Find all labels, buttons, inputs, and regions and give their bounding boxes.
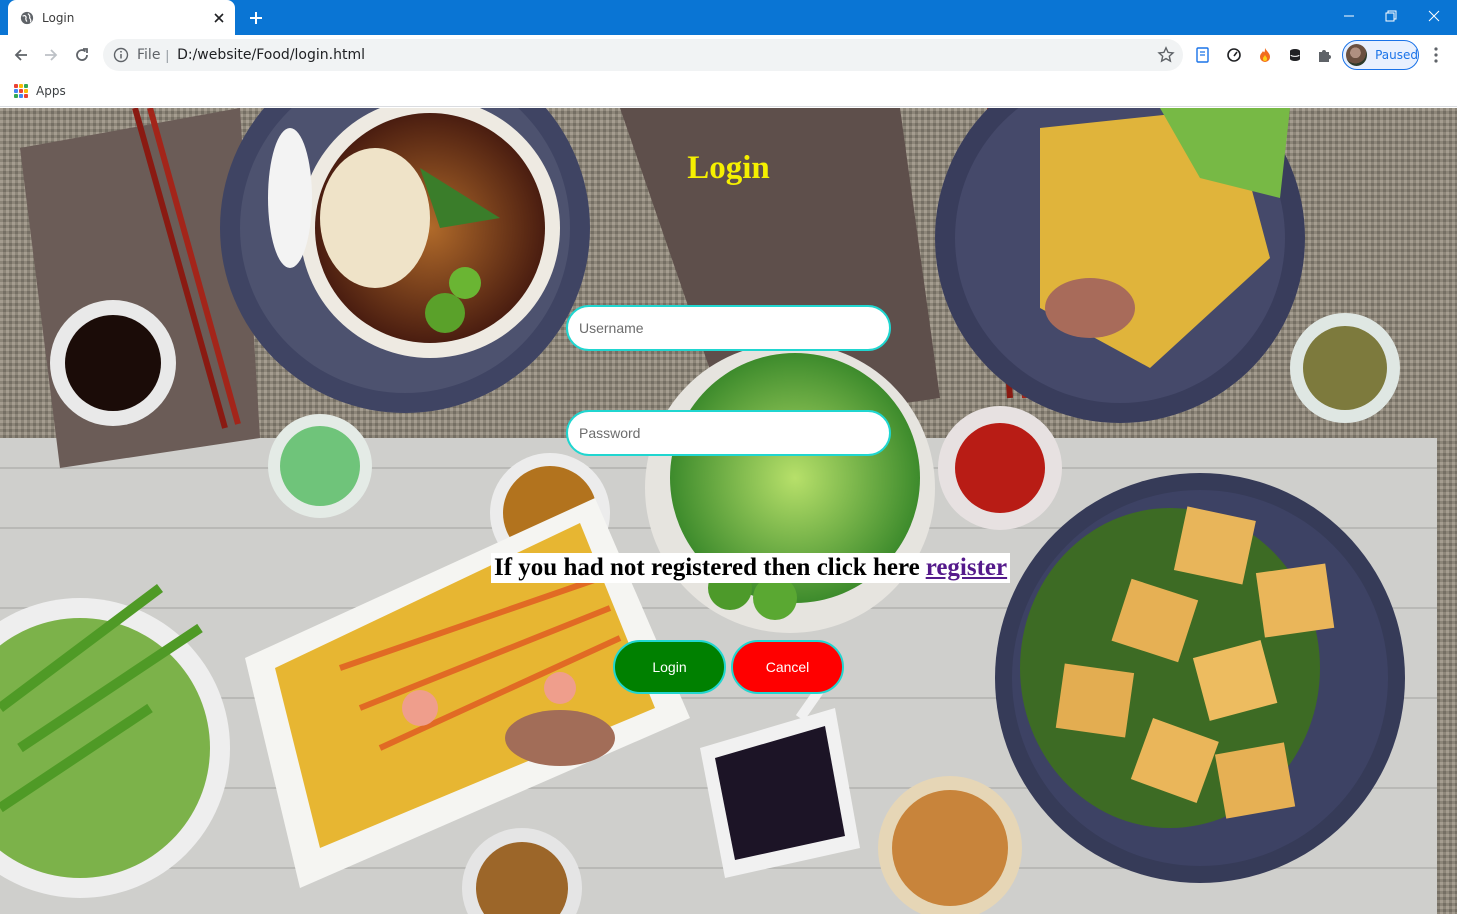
browser-tab[interactable]: Login	[8, 0, 235, 35]
bookmark-apps[interactable]: Apps	[14, 81, 66, 101]
browser-toolbar: File | D:/website/Food/login.html Paused	[0, 35, 1457, 75]
browser-titlebar: Login	[0, 0, 1457, 35]
info-icon[interactable]	[113, 47, 129, 63]
puzzle-icon[interactable]	[1314, 44, 1336, 66]
page-viewport: Login If you had not registered then cli…	[0, 108, 1457, 914]
database-icon[interactable]	[1284, 44, 1306, 66]
plus-icon[interactable]	[246, 8, 266, 28]
speed-icon[interactable]	[1223, 44, 1245, 66]
restore-icon[interactable]	[1378, 5, 1404, 27]
apps-grid-icon	[14, 84, 28, 98]
url-scheme: File	[137, 47, 161, 63]
profile-label: Paused	[1375, 48, 1418, 62]
globe-icon	[20, 11, 34, 24]
menu-icon[interactable]	[1426, 43, 1446, 67]
url-separator: |	[165, 47, 170, 63]
back-icon[interactable]	[9, 43, 33, 67]
password-input[interactable]	[566, 410, 891, 456]
register-prompt-text: If you had not registered then click her…	[494, 554, 920, 581]
minimize-icon[interactable]	[1336, 5, 1362, 27]
page-title: Login	[687, 150, 770, 186]
register-prompt: If you had not registered then click her…	[491, 553, 1011, 583]
bookmark-label: Apps	[36, 84, 66, 98]
url-text[interactable]: D:/website/Food/login.html	[177, 47, 365, 63]
reload-icon[interactable]	[70, 43, 94, 67]
username-input[interactable]	[566, 305, 891, 351]
login-button[interactable]: Login	[613, 640, 726, 694]
tab-title: Login	[42, 10, 75, 25]
fire-icon[interactable]	[1254, 44, 1276, 66]
star-icon[interactable]	[1157, 46, 1175, 64]
bookmarks-bar: Apps	[0, 75, 1457, 107]
window-close-icon[interactable]	[1421, 5, 1447, 27]
profile-button[interactable]: Paused	[1342, 40, 1419, 70]
forward-icon[interactable]	[39, 43, 63, 67]
close-icon[interactable]	[211, 10, 227, 26]
register-link[interactable]: register	[926, 554, 1007, 582]
reading-list-icon[interactable]	[1192, 44, 1214, 66]
address-bar[interactable]: File | D:/website/Food/login.html	[103, 39, 1183, 71]
cancel-button[interactable]: Cancel	[731, 640, 844, 694]
avatar	[1346, 44, 1368, 66]
food-background-image	[0, 108, 1457, 914]
